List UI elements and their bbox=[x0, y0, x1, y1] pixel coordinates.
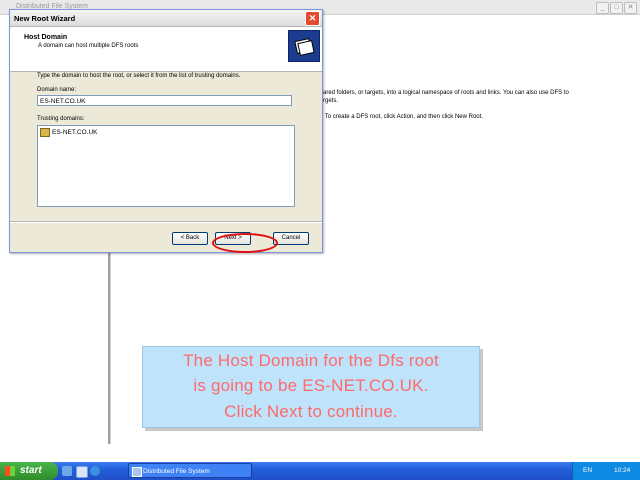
wizard-page-subtitle: A domain can host multiple DFS roots bbox=[38, 43, 139, 49]
list-item[interactable]: ES-NET.CO.UK bbox=[40, 128, 98, 137]
caption-line: The Host Domain for the Dfs root bbox=[183, 351, 439, 370]
start-button[interactable]: start bbox=[0, 462, 58, 480]
show-desktop-icon[interactable] bbox=[62, 466, 72, 476]
list-item-label: ES-NET.CO.UK bbox=[52, 129, 98, 137]
explorer-icon[interactable] bbox=[76, 466, 88, 478]
folder-wizard-icon bbox=[288, 30, 320, 62]
wizard-title: New Root Wizard bbox=[14, 14, 76, 23]
windows-logo-icon bbox=[5, 466, 15, 476]
divider bbox=[10, 221, 322, 223]
next-button-highlight-ring bbox=[212, 233, 278, 253]
new-root-wizard-dialog: New Root Wizard ✕ Host Domain A domain c… bbox=[9, 9, 323, 253]
wizard-title-bar[interactable]: New Root Wizard ✕ bbox=[10, 10, 322, 27]
domain-name-label: Domain name: bbox=[37, 87, 77, 93]
minimize-button[interactable]: _ bbox=[596, 2, 609, 14]
caption-line: is going to be ES-NET.CO.UK. bbox=[193, 376, 429, 395]
language-indicator[interactable]: EN bbox=[583, 467, 592, 474]
details-text-line: t. To create a DFS root, click Action, a… bbox=[320, 114, 483, 120]
clock[interactable]: 10:24 bbox=[614, 467, 630, 474]
trusting-domains-label: Trusting domains: bbox=[37, 116, 85, 122]
maximize-button[interactable]: □ bbox=[610, 2, 623, 14]
taskbar-button-distributed-file-system[interactable]: Distributed File System bbox=[128, 463, 252, 478]
trusting-domains-list[interactable]: ES-NET.CO.UK bbox=[37, 125, 295, 207]
domain-name-input[interactable]: ES-NET.CO.UK bbox=[37, 95, 292, 106]
details-text-line: rgets. bbox=[323, 98, 339, 104]
dfs-app-icon bbox=[132, 467, 142, 477]
instruction-text: Type the domain to host the root, or sel… bbox=[37, 73, 241, 79]
system-tray: EN 10:24 bbox=[572, 462, 640, 480]
wizard-close-button[interactable]: ✕ bbox=[305, 11, 320, 26]
details-text-line: ared folders, or targets, into a logical… bbox=[323, 90, 569, 96]
close-button[interactable]: ✕ bbox=[624, 2, 637, 14]
back-button[interactable]: < Back bbox=[172, 232, 208, 245]
domain-icon bbox=[40, 128, 50, 137]
cancel-button[interactable]: Cancel bbox=[273, 232, 309, 245]
tutorial-caption: The Host Domain for the Dfs root is goin… bbox=[142, 346, 480, 428]
taskbar-button-label: Distributed File System bbox=[143, 468, 210, 475]
caption-line: Click Next to continue. bbox=[224, 402, 398, 421]
internet-explorer-icon[interactable] bbox=[90, 466, 100, 476]
taskbar: start Distributed File System EN 10:24 bbox=[0, 462, 640, 480]
start-label: start bbox=[20, 465, 42, 476]
wizard-header: Host Domain A domain can host multiple D… bbox=[10, 27, 322, 72]
wizard-page-title: Host Domain bbox=[24, 34, 68, 41]
